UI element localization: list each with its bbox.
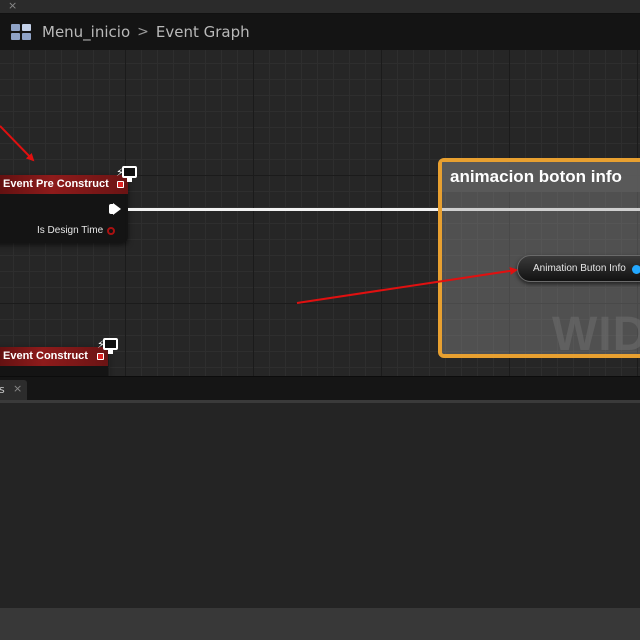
is-design-time-pin[interactable] (107, 227, 115, 235)
breadcrumb-separator: > (137, 24, 149, 40)
node-title: Event Construct (3, 350, 88, 362)
status-strip (0, 608, 640, 640)
widget-event-icon: ⚡ (96, 338, 118, 356)
node-header[interactable]: Event Construct (0, 347, 108, 366)
widget-event-icon: ⚡ (115, 166, 137, 184)
node-title: Event Pre Construct (3, 178, 109, 190)
breadcrumb: Menu_inicio > Event Graph (0, 14, 640, 50)
close-tab-icon[interactable]: × (13, 382, 22, 395)
bottom-tab-bar: s × (0, 376, 640, 401)
comment-title[interactable]: animacion boton info (442, 162, 640, 192)
widget-watermark: WIDGET (552, 308, 640, 361)
breadcrumb-asset[interactable]: Menu_inicio (42, 23, 130, 41)
bottom-panel (0, 400, 640, 608)
object-output-pin[interactable] (632, 265, 640, 274)
exec-output-pin[interactable] (109, 203, 121, 215)
blueprint-icon (11, 24, 31, 40)
bottom-tab-label: s (0, 383, 5, 396)
top-tab-strip: × (0, 0, 640, 14)
animation-variable-node[interactable]: Animation Buton Info (517, 255, 640, 282)
node-header[interactable]: Event Pre Construct (0, 175, 128, 194)
is-design-time-label: Is Design Time (37, 225, 104, 236)
close-tab-icon[interactable]: × (8, 0, 17, 13)
variable-label: Animation Buton Info (533, 263, 626, 274)
breadcrumb-graph[interactable]: Event Graph (156, 23, 250, 41)
event-construct-node[interactable]: Event Construct (0, 347, 108, 376)
event-graph-canvas[interactable]: Event Pre Construct Is Design Time ⚡ Eve… (0, 50, 640, 376)
bottom-tab[interactable]: s × (0, 380, 27, 401)
event-pre-construct-node[interactable]: Event Pre Construct Is Design Time (0, 175, 128, 243)
